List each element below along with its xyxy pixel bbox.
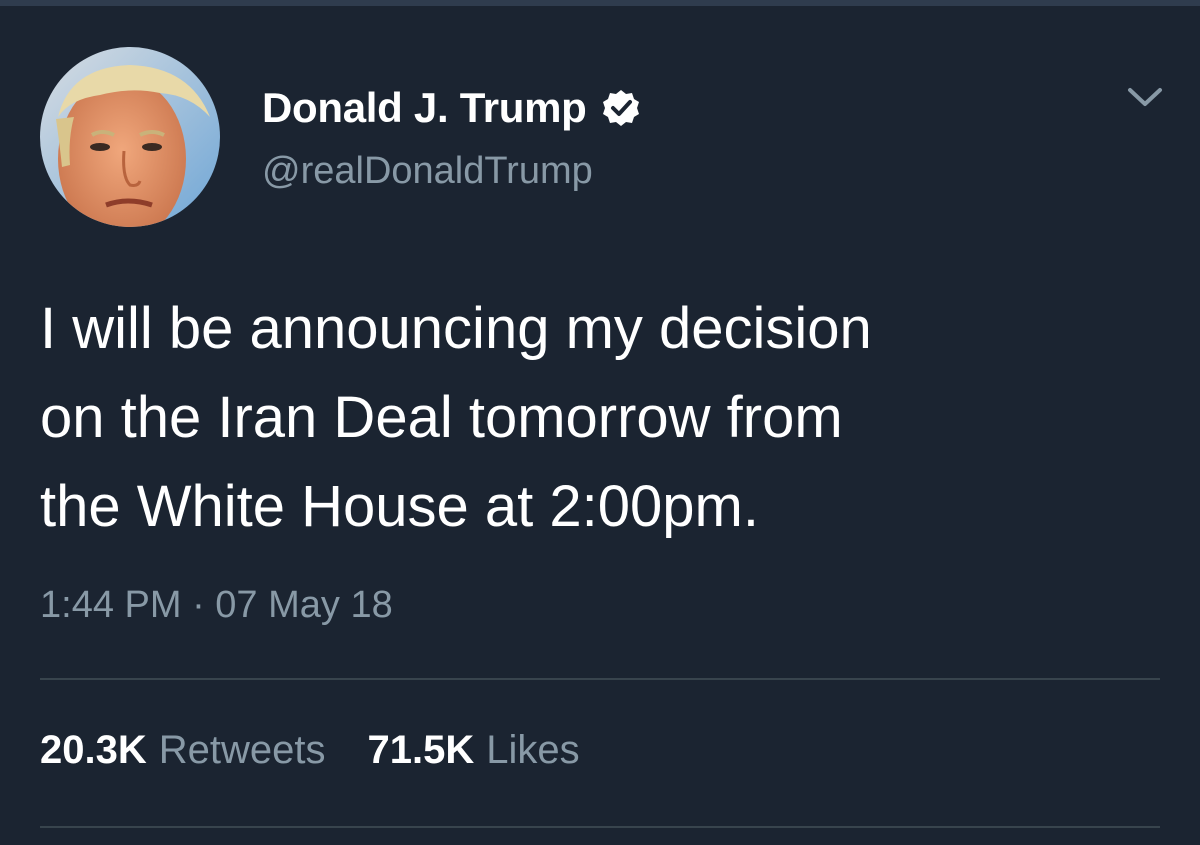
avatar[interactable]	[40, 47, 220, 227]
display-name[interactable]: Donald J. Trump	[262, 84, 587, 132]
author-handle[interactable]: @realDonaldTrump	[262, 150, 593, 193]
likes-label: Likes	[486, 728, 580, 772]
author-name-row[interactable]: Donald J. Trump	[262, 82, 641, 134]
likes-count: 71.5K	[367, 728, 475, 772]
tweet-stats: 20.3K Retweets 71.5K Likes	[40, 728, 580, 773]
divider	[40, 678, 1160, 680]
retweets-count: 20.3K	[40, 728, 147, 772]
likes-stat[interactable]: 71.5K Likes	[368, 728, 580, 773]
tweet-text-line: I will be announcing my decision	[40, 296, 872, 361]
top-bar	[0, 0, 1200, 6]
avatar-image	[40, 47, 220, 227]
tweet-text: I will be announcing my decision on the …	[40, 284, 1160, 551]
retweets-stat[interactable]: 20.3K Retweets	[40, 728, 326, 773]
divider	[40, 826, 1160, 828]
tweet-timestamp[interactable]: 1:44 PM · 07 May 18	[40, 584, 393, 627]
chevron-down-icon[interactable]	[1124, 80, 1166, 112]
retweets-label: Retweets	[158, 728, 326, 772]
tweet-text-line: the White House at 2:00pm.	[40, 474, 759, 539]
verified-badge-icon	[601, 88, 641, 128]
tweet-text-line: on the Iran Deal tomorrow from	[40, 385, 843, 450]
